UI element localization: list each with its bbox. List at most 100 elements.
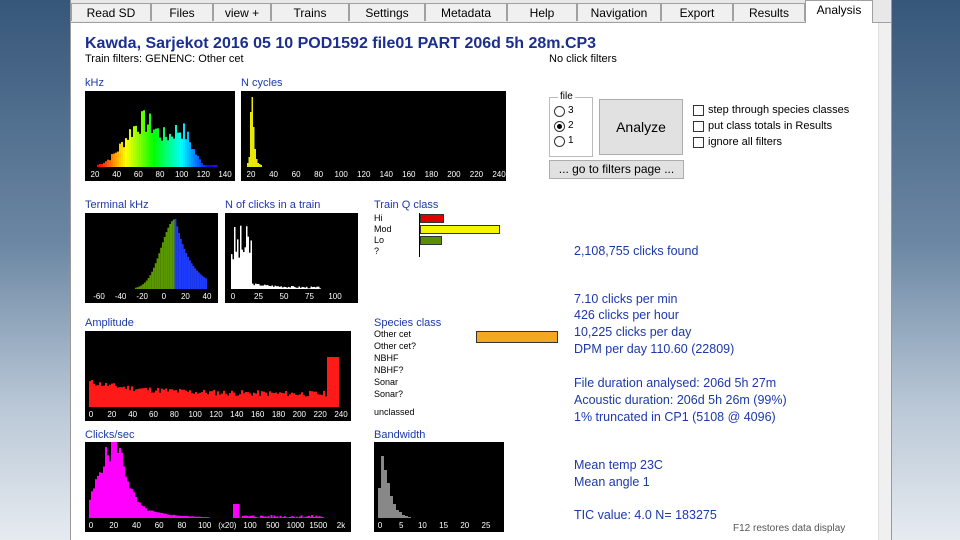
khz-bar (103, 162, 105, 167)
tab-trains[interactable]: Trains (271, 3, 349, 21)
tab-navigation[interactable]: Navigation (577, 3, 661, 21)
amplitude-bar (171, 389, 173, 407)
tab-view[interactable]: view + (213, 3, 271, 21)
terminal-bar (171, 221, 173, 289)
bandwidth-bar (399, 512, 402, 518)
amplitude-bar (181, 389, 183, 407)
stat-angle: Mean angle 1 (574, 475, 650, 489)
tab-files[interactable]: Files (151, 3, 213, 21)
nclicks-bar (273, 286, 275, 289)
terminal-bar (181, 244, 184, 289)
amplitude-bar (273, 393, 275, 407)
amplitude-bar (217, 391, 219, 407)
amplitude-bar (139, 388, 141, 407)
clicks-sec-bar (203, 517, 205, 518)
option-checkbox-2[interactable] (693, 121, 704, 132)
train-q-row-label: ? (374, 246, 380, 256)
tab-settings[interactable]: Settings (349, 3, 425, 21)
amplitude-bar (137, 388, 139, 407)
clicks-sec-bar (181, 515, 183, 518)
tab-export[interactable]: Export (661, 3, 733, 21)
amplitude-bar (163, 389, 165, 407)
nclicks-bar (244, 247, 246, 289)
amplitude-bar (317, 394, 319, 407)
ncycles-bar (247, 163, 249, 167)
tick-label: 20 (181, 292, 190, 301)
nclicks-bar (306, 286, 308, 289)
tab-metadata[interactable]: Metadata (425, 3, 507, 21)
tab-bar: Read SD Files view + Trains Settings Metadata… (71, 0, 891, 23)
amplitude-bar (281, 392, 283, 407)
clicks-sec-bar (321, 516, 324, 518)
clicks-sec-bar (143, 506, 145, 518)
option-checkbox-1[interactable] (693, 105, 704, 116)
amplitude-bar (199, 392, 201, 407)
tick-label: 80 (177, 521, 186, 530)
vertical-scrollbar[interactable] (878, 23, 891, 540)
khz-bar (175, 125, 177, 167)
species-row-label: Other cet? (374, 341, 417, 351)
amplitude-bar (185, 390, 187, 407)
nclicks-bar (270, 286, 272, 289)
amplitude-bar (197, 393, 199, 407)
nclicks-bar (286, 287, 288, 289)
khz-bar (97, 164, 99, 167)
amplitude-bar (93, 383, 95, 407)
clicks-sec-bar (159, 512, 161, 518)
khz-bar (111, 154, 113, 167)
go-to-filters-button[interactable]: ... go to filters page ... (549, 160, 684, 179)
tab-results[interactable]: Results (733, 3, 805, 21)
file-radio-3[interactable] (554, 106, 565, 117)
terminal-bar (203, 277, 206, 289)
ncycles-bar (250, 112, 252, 167)
amplitude-bar (215, 395, 217, 407)
option-checkbox-3[interactable] (693, 137, 704, 148)
terminal-bar (172, 219, 175, 289)
train-filters-text: Train filters: GENENC: Other cet (85, 53, 244, 65)
clicks-sec-bar (119, 447, 121, 518)
tick-label: 50 (280, 292, 289, 301)
tab-analysis[interactable]: Analysis (805, 0, 873, 23)
terminal-bar (163, 237, 166, 289)
bandwidth-bar (405, 516, 408, 518)
amplitude-bar (319, 394, 321, 407)
tick-label: 160 (402, 170, 416, 179)
amplitude-bar (327, 357, 329, 407)
khz-bar (149, 113, 151, 167)
terminal-bar (169, 224, 171, 289)
clicks-sec-bar (279, 515, 282, 518)
tab-help[interactable]: Help (507, 3, 577, 21)
nclicks-bar (289, 287, 291, 289)
nclicks-bar (280, 286, 282, 289)
amplitude-bar (129, 390, 131, 407)
file-radio-1[interactable] (554, 136, 565, 147)
stat-acoustic: Acoustic duration: 206d 5h 26m (99%) (574, 393, 787, 407)
amplitude-bar (91, 379, 93, 407)
khz-bar (163, 127, 165, 167)
tick-label: 100 (243, 521, 257, 530)
tick-label: 40 (112, 170, 121, 179)
khz-bar (113, 153, 115, 167)
nclicks-bar (295, 287, 297, 289)
tab-read-sd[interactable]: Read SD (71, 3, 151, 21)
clicks-sec-bar (167, 514, 169, 518)
train-q-label: Train Q class (374, 199, 439, 211)
amplitude-bar (307, 396, 309, 407)
stat-per-min: 7.10 clicks per min (574, 292, 678, 306)
file-selector-label: file (558, 91, 575, 102)
clicks-sec-bar (109, 461, 111, 518)
analyze-button[interactable]: Analyze (599, 99, 683, 155)
khz-bar (205, 165, 207, 167)
terminal-bar (189, 260, 191, 289)
khz-bar (105, 161, 107, 167)
terminal-bar (190, 263, 193, 289)
clicks-sec-bar (129, 488, 131, 518)
nclicks-bar (282, 287, 284, 289)
khz-bar (109, 160, 111, 167)
amplitude-bar (291, 392, 293, 407)
footer-hint: F12 restores data display (733, 523, 846, 534)
khz-bar (213, 165, 215, 167)
nclicks-bar (231, 254, 233, 289)
amplitude-bar (321, 394, 323, 407)
file-radio-2[interactable] (554, 121, 565, 132)
